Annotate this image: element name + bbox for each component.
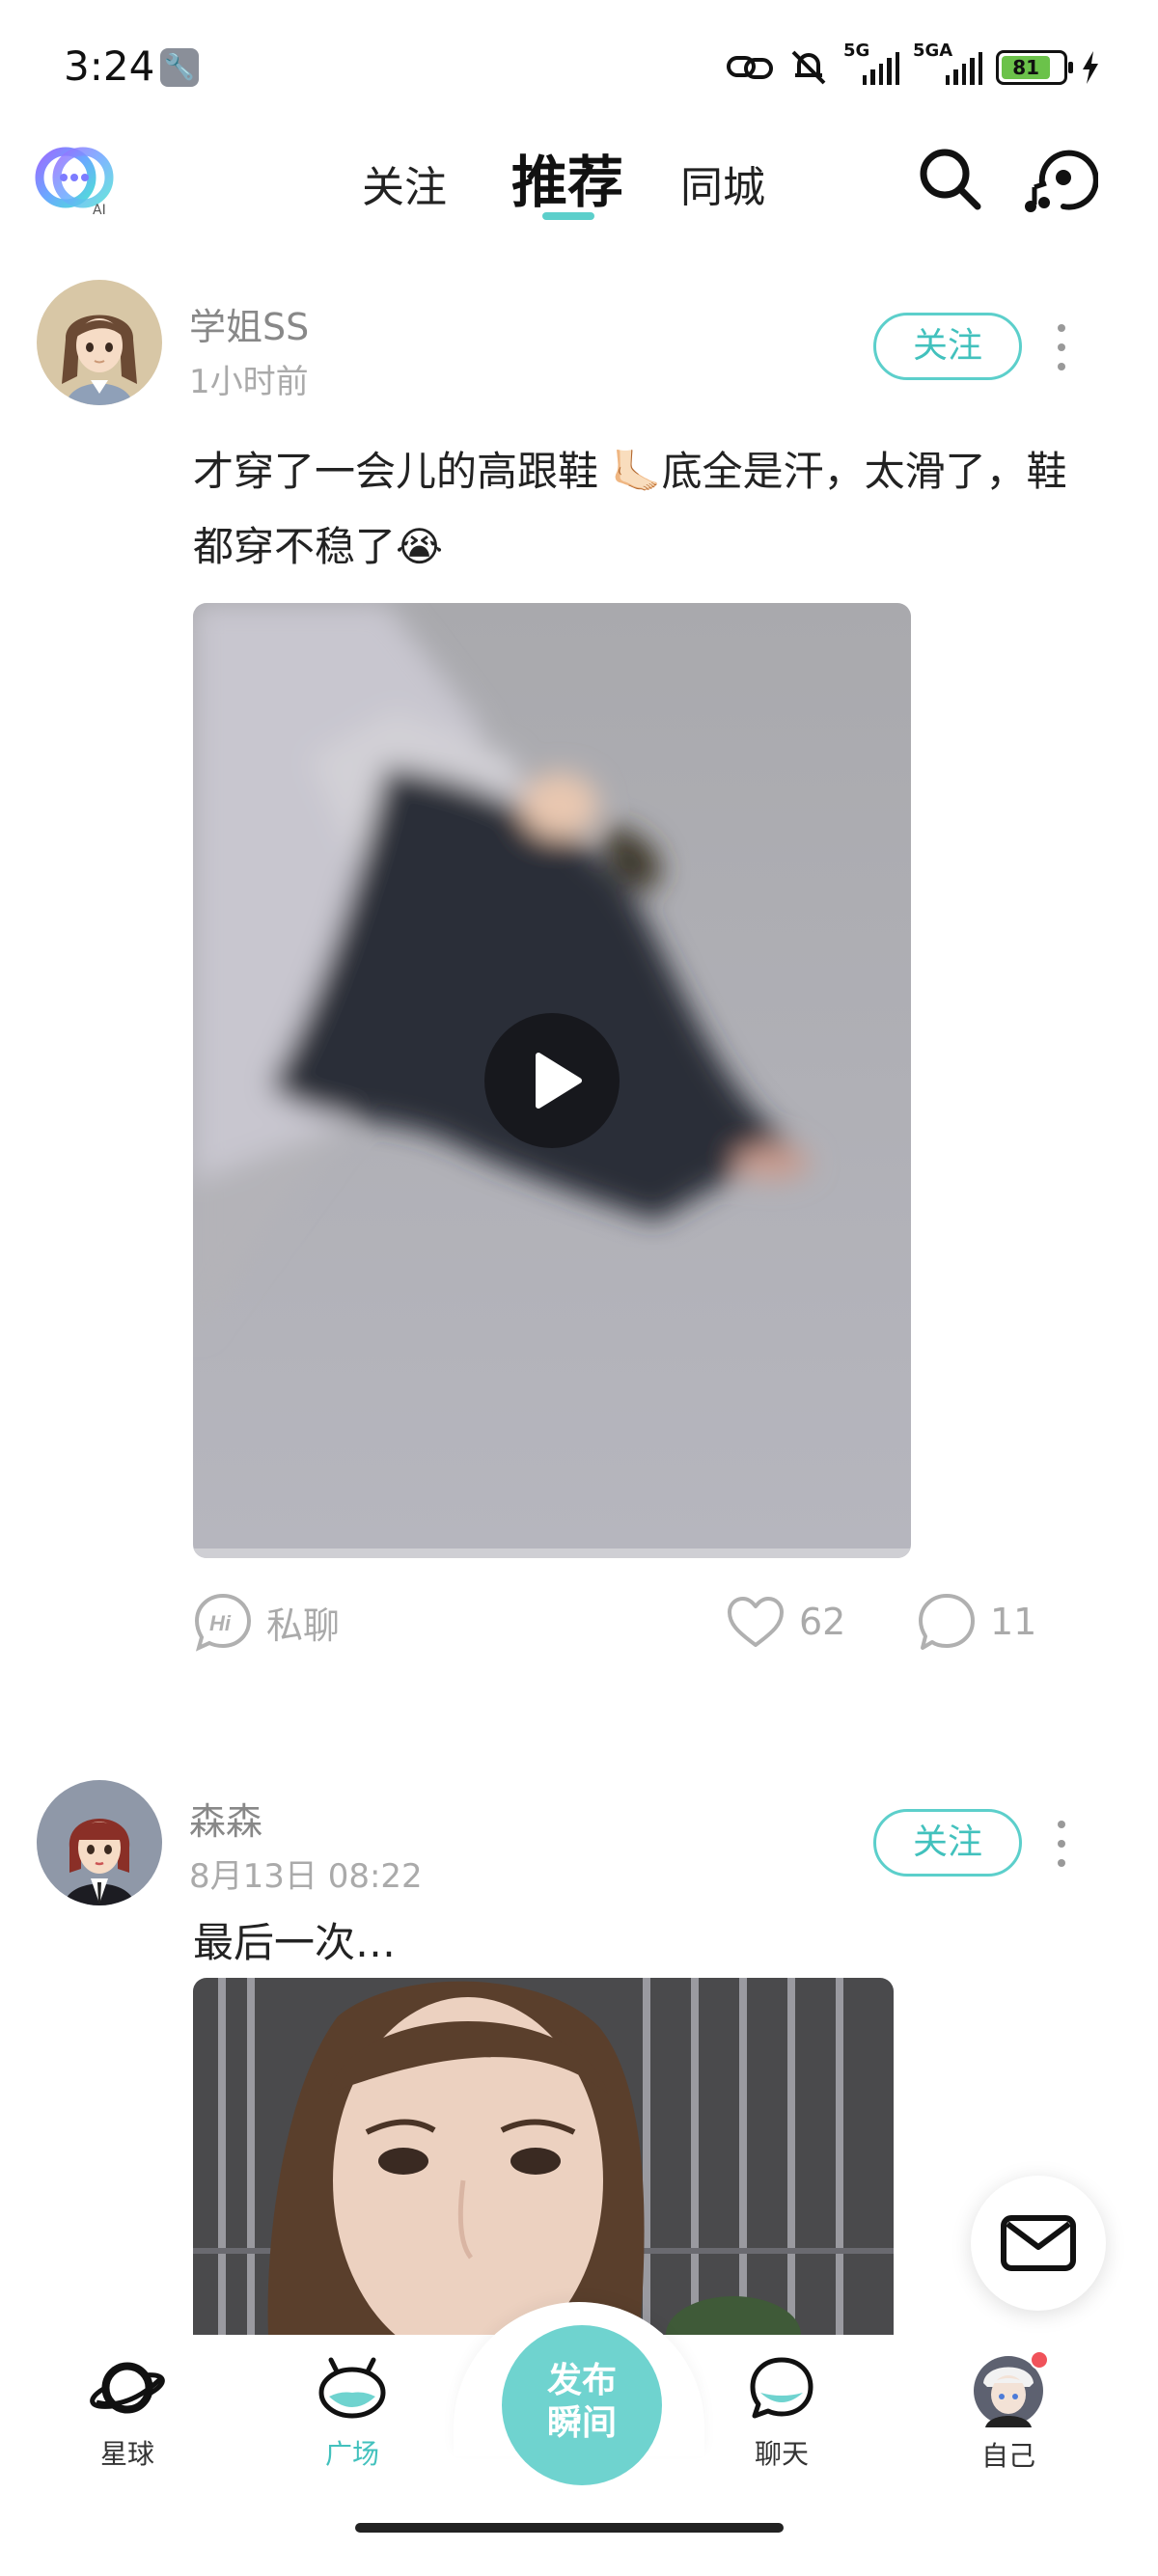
photo-thumbnail [193,1978,894,2364]
more-options-icon[interactable] [1050,318,1073,376]
status-bar: 3:24 🔧 5G 5GA 81 [0,0,1158,135]
tab-follow[interactable]: 关注 [362,152,447,214]
play-button[interactable] [484,1013,620,1148]
nav-label: 聊天 [754,2438,809,2470]
follow-button[interactable]: 关注 [873,1809,1022,1877]
post-time: 8月13日 08:22 [189,1857,423,1896]
planet-icon [90,2362,165,2414]
music-search-icon[interactable] [1021,141,1099,218]
battery-level: 81 [1002,56,1051,79]
svg-text:Hi: Hi [209,1611,232,1635]
more-options-icon[interactable] [1050,1815,1073,1873]
nav-item-square[interactable]: 广场 [275,2354,429,2472]
post-video[interactable] [193,603,911,1558]
like-button[interactable]: 62 [726,1588,845,1656]
follow-button[interactable]: 关注 [873,313,1022,380]
active-tab-indicator [542,212,594,220]
like-count: 62 [799,1601,846,1643]
tab-recommend[interactable]: 推荐 [511,137,623,218]
nav-item-profile[interactable]: 自己 [931,2350,1086,2474]
tab-nearby[interactable]: 同城 [680,152,765,214]
avatar[interactable] [37,1780,162,1905]
comment-icon [919,1594,975,1650]
publish-label-line1: 发布 [546,2361,617,2400]
search-icon[interactable] [912,141,989,218]
home-indicator[interactable] [355,2523,784,2533]
play-icon [536,1053,582,1109]
post-username[interactable]: 学姐SS [189,297,309,350]
private-chat-label: 私聊 [266,1603,341,1647]
charging-icon [1083,51,1098,84]
mute-bell-icon [791,50,826,85]
post-text: 最后一次… [193,1919,397,1966]
signal-5ga-icon: 5GA [913,41,983,85]
hi-chat-icon: Hi [194,1593,252,1652]
link-icon [727,56,773,79]
mail-icon [1001,2215,1076,2271]
profile-avatar [972,2350,1049,2427]
signal-5g-icon: 5G [843,41,900,85]
wrench-icon: 🔧 [160,48,199,87]
heart-icon [728,1597,784,1647]
bottom-navigation: 星球 广场 发布 瞬间 聊天 自己 [0,2302,1158,2576]
post-text: 才穿了一会儿的高跟鞋 🦶🏻底全是汗，太滑了，鞋都穿不稳了😭 [193,448,1067,570]
chat-icon [750,2357,813,2419]
comment-count: 11 [990,1601,1037,1643]
publish-moment-button[interactable]: 发布 瞬间 [502,2325,662,2485]
nav-label: 自己 [980,2440,1035,2472]
nav-item-planet[interactable]: 星球 [50,2354,205,2472]
publish-label-line2: 瞬间 [546,2403,617,2443]
status-time: 3:24 [64,42,155,90]
nav-label: 星球 [99,2438,154,2470]
message-fab[interactable] [971,2176,1106,2311]
private-chat-button[interactable]: Hi 私聊 [193,1588,340,1656]
comment-button[interactable]: 11 [917,1588,1036,1656]
post-actions: Hi 私聊 62 11 [193,1588,1062,1656]
battery-icon: 81 [996,50,1073,85]
nav-label: 广场 [324,2438,379,2470]
post-image[interactable] [193,1978,894,2364]
avatar[interactable] [37,280,162,405]
post-username[interactable]: 森森 [189,1792,262,1845]
notification-dot [1030,2350,1049,2370]
square-icon [318,2357,386,2419]
post-time: 1小时前 [189,363,309,401]
top-header: AI 关注 推荐 同城 [0,135,1158,251]
nav-item-chat[interactable]: 聊天 [704,2354,859,2472]
feed-post: 学姐SS 1小时前 关注 才穿了一会儿的高跟鞋 🦶🏻底全是汗，太滑了，鞋都穿不稳… [0,270,1158,1688]
status-icons: 5G 5GA 81 [726,41,1100,91]
